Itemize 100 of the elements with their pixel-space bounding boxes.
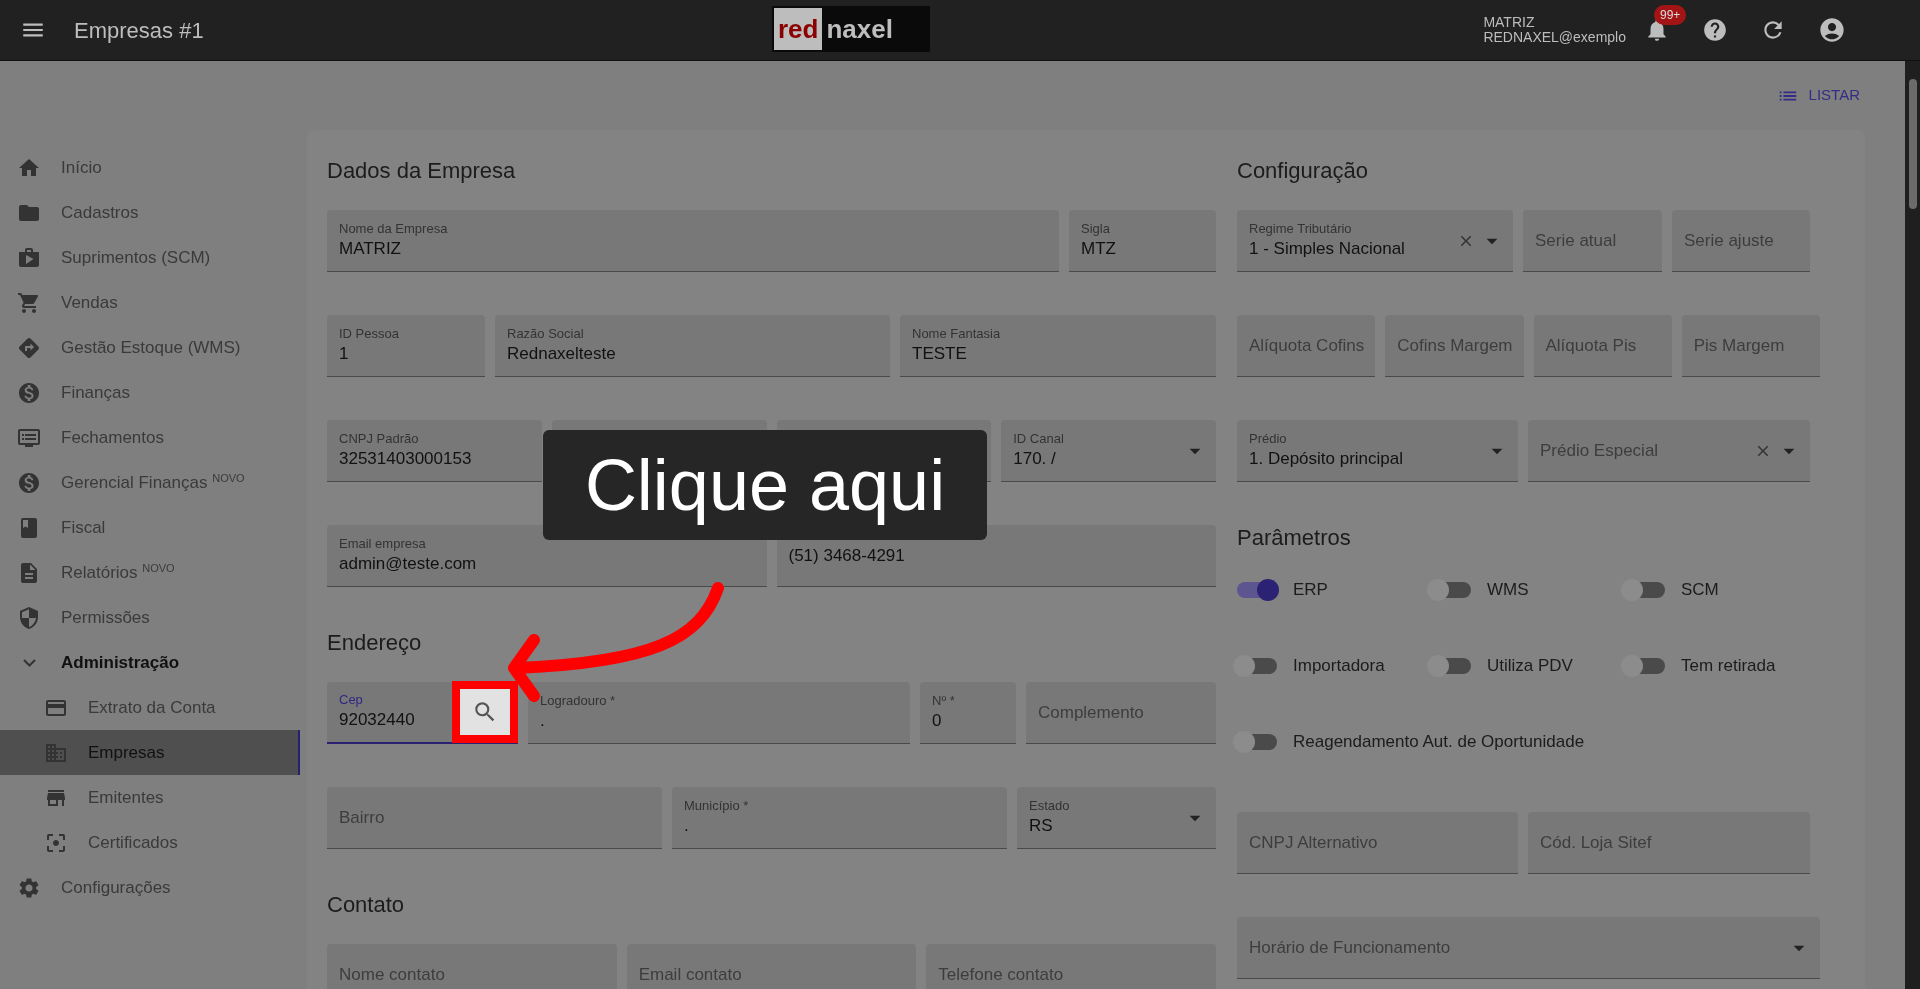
field-placeholder: Complemento bbox=[1038, 704, 1145, 721]
sidebar-item[interactable]: Fechamentos bbox=[0, 415, 300, 460]
select-field[interactable]: ID Canal 170. / bbox=[1001, 420, 1216, 482]
sidebar-item[interactable]: Extrato da Conta bbox=[0, 685, 300, 730]
section-title: Contato bbox=[327, 890, 405, 919]
settings-icon bbox=[17, 875, 41, 900]
field-value: 1 - Simples Nacional bbox=[1249, 237, 1406, 260]
help-icon[interactable] bbox=[1702, 17, 1728, 43]
search-button[interactable] bbox=[452, 681, 518, 743]
sidebar-label: Certificados bbox=[88, 831, 178, 854]
field-value: TESTE bbox=[912, 342, 968, 365]
select-field[interactable]: Horário de Funcionamento bbox=[1237, 917, 1820, 979]
sidebar-item[interactable]: Relatórios $^{NOVO}$ bbox=[0, 550, 300, 595]
field-label: Email empresa bbox=[339, 535, 427, 552]
account-icon[interactable] bbox=[1818, 16, 1846, 44]
list-button[interactable]: LISTAR bbox=[1776, 84, 1860, 107]
field-placeholder: Alíquota Cofins bbox=[1249, 337, 1366, 354]
sidebar-label: Extrato da Conta bbox=[88, 696, 216, 719]
field-label: Prédio bbox=[1249, 430, 1288, 447]
input-field[interactable]: Razão Social Rednaxelteste bbox=[495, 315, 890, 377]
sidebar-item[interactable]: Início bbox=[0, 145, 300, 190]
input-field[interactable]: ID Pessoa 1 bbox=[327, 315, 485, 377]
sidebar-label: Emitentes bbox=[88, 786, 164, 809]
input-field[interactable]: Bairro bbox=[327, 787, 662, 849]
sidebar-label: Administração bbox=[61, 651, 180, 674]
sidebar-item[interactable]: Empresas bbox=[0, 730, 300, 775]
input-field[interactable]: Nome contato bbox=[327, 944, 617, 989]
sidebar-item[interactable]: Gerencial Finanças $^{NOVO}$ bbox=[0, 460, 300, 505]
select-field[interactable]: Regime Tributário 1 - Simples Nacional bbox=[1237, 210, 1513, 272]
input-field[interactable]: Serie ajuste bbox=[1672, 210, 1810, 272]
input-field[interactable]: Nº * 0 bbox=[920, 682, 1016, 744]
input-field[interactable]: Email contato bbox=[626, 944, 917, 989]
sidebar-item[interactable]: Finanças bbox=[0, 370, 300, 415]
sidebar-item[interactable]: Suprimentos (SCM) bbox=[0, 235, 300, 280]
shield-icon bbox=[17, 605, 41, 630]
field-value: . bbox=[684, 814, 690, 837]
section-title: Endereço bbox=[327, 628, 422, 657]
field-placeholder: Horário de Funcionamento bbox=[1249, 939, 1452, 956]
input-field[interactable]: Cofins Margem bbox=[1385, 315, 1524, 377]
select-field[interactable]: Prédio 1. Depósito principal bbox=[1237, 420, 1518, 482]
field-value: 32531403000153 bbox=[339, 447, 473, 470]
input-field[interactable]: Município * . bbox=[672, 787, 1007, 849]
field-value: admin@teste.com bbox=[339, 552, 478, 575]
input-field[interactable]: Telefone contato bbox=[926, 944, 1216, 989]
cart-icon bbox=[17, 290, 41, 315]
input-field[interactable]: Alíquota Pis bbox=[1533, 315, 1672, 377]
sidebar-label: Gerencial Finanças $^{NOVO}$ bbox=[61, 471, 245, 494]
input-field[interactable]: CNPJ Padrão 32531403000153 bbox=[327, 420, 542, 482]
field-value: (51) 3468-4291 bbox=[788, 544, 906, 567]
field-placeholder: Email contato bbox=[638, 966, 743, 983]
input-field[interactable]: Sigla MTZ bbox=[1069, 210, 1216, 272]
sidebar-item[interactable]: Permissões bbox=[0, 595, 300, 640]
field-value: MATRIZ bbox=[339, 237, 402, 260]
page-title: Empresas #1 bbox=[74, 16, 204, 45]
sidebar-item[interactable]: Configurações bbox=[0, 865, 300, 910]
input-field[interactable]: Cep 92032440 bbox=[327, 682, 518, 744]
field-label: Sigla bbox=[1081, 220, 1111, 237]
sidebar-item[interactable]: Gestão Estoque (WMS) bbox=[0, 325, 300, 370]
sidebar-item[interactable]: Certificados bbox=[0, 820, 300, 865]
sidebar-item[interactable]: Cadastros bbox=[0, 190, 300, 235]
field-placeholder: Cód. Loja Sitef bbox=[1540, 834, 1653, 851]
input-field[interactable]: Serie atual bbox=[1523, 210, 1662, 272]
sidebar-label: Cadastros bbox=[61, 201, 139, 224]
field-label: ID Canal bbox=[1013, 430, 1065, 447]
section-title: Configuração bbox=[1237, 156, 1368, 185]
input-field[interactable]: Nome Fantasia TESTE bbox=[900, 315, 1216, 377]
input-field[interactable]: Complemento bbox=[1026, 682, 1216, 744]
input-field[interactable]: CNPJ Alternativo bbox=[1237, 812, 1518, 874]
sidebar-label: Início bbox=[61, 156, 102, 179]
sidebar-label: Gestão Estoque (WMS) bbox=[61, 336, 241, 359]
field-value: 1 bbox=[339, 342, 350, 365]
section-title: Dados da Empresa bbox=[327, 156, 516, 185]
select-field[interactable]: Prédio Especial bbox=[1528, 420, 1810, 482]
input-field[interactable]: Nome da Empresa MATRIZ bbox=[327, 210, 1059, 272]
field-label: Nome da Empresa bbox=[339, 220, 449, 237]
field-value: 170. / bbox=[1013, 447, 1057, 470]
field-label: Razão Social bbox=[507, 325, 585, 342]
field-label: CNPJ Padrão bbox=[339, 430, 420, 447]
input-field[interactable]: Cód. Loja Sitef bbox=[1528, 812, 1810, 874]
sidebar-item[interactable]: Vendas bbox=[0, 280, 300, 325]
field-label: Município * bbox=[684, 797, 750, 814]
toggle-switch[interactable] bbox=[1237, 582, 1277, 598]
sidebar-label: Permissões bbox=[61, 606, 150, 629]
input-field[interactable]: Logradouro * . bbox=[528, 682, 910, 744]
sidebar-label: Relatórios $^{NOVO}$ bbox=[61, 561, 175, 584]
select-field[interactable]: Estado RS bbox=[1017, 787, 1216, 849]
input-field[interactable]: Pis Margem bbox=[1681, 315, 1820, 377]
field-label: Nome Fantasia bbox=[912, 325, 1002, 342]
sidebar-item[interactable]: Administração bbox=[0, 640, 300, 685]
sidebar-item[interactable]: Fiscal bbox=[0, 505, 300, 550]
field-value: MTZ bbox=[1081, 237, 1117, 260]
dollar-icon bbox=[17, 470, 41, 495]
toggle-label: Reagendamento Aut. de Oportunidade bbox=[1293, 731, 1585, 753]
callout-tooltip: Clique aqui bbox=[543, 430, 987, 540]
input-field[interactable]: Alíquota Cofins bbox=[1237, 315, 1376, 377]
sidebar-item[interactable]: Emitentes bbox=[0, 775, 300, 820]
field-placeholder: Serie atual bbox=[1535, 232, 1618, 249]
toggle-label: Utiliza PDV bbox=[1487, 655, 1573, 677]
sidebar-label: Fechamentos bbox=[61, 426, 164, 449]
field-label: Estado bbox=[1029, 797, 1071, 814]
